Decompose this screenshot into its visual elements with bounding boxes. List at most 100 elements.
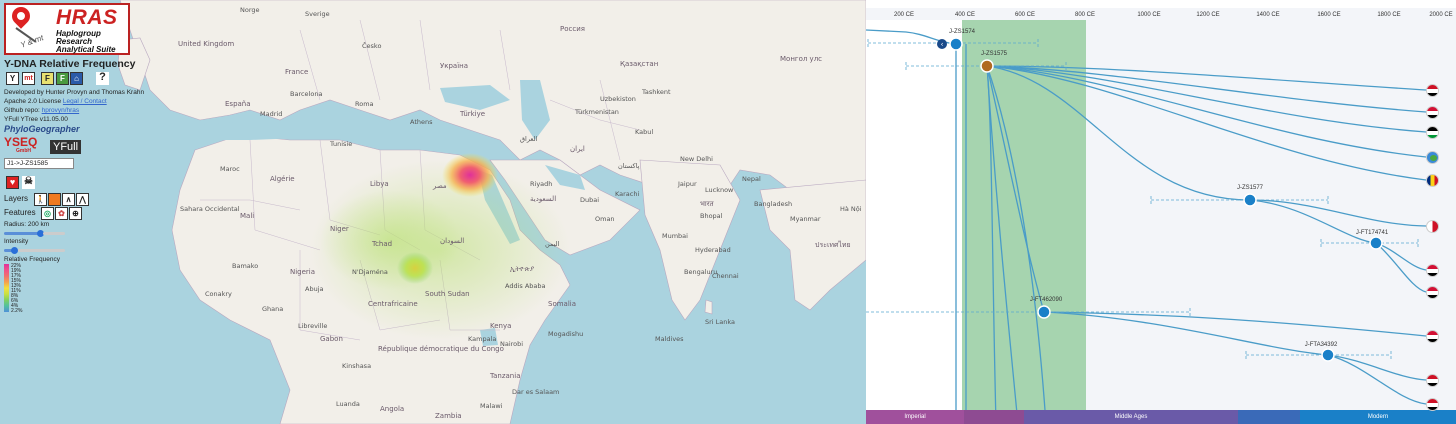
- svg-text:‹: ‹: [941, 41, 944, 49]
- radius-slider-track[interactable]: [43, 232, 65, 235]
- map-label: N'Djaména: [352, 268, 388, 276]
- license-text: Apache 2.0 License: [4, 98, 62, 105]
- flag-half-red-icon[interactable]: [1426, 220, 1439, 233]
- feature-globe-icon[interactable]: ◎: [41, 207, 54, 220]
- layer-orange-icon[interactable]: [48, 193, 61, 206]
- map-label: Angola: [380, 405, 405, 413]
- radius-slider[interactable]: [4, 232, 40, 235]
- flag-egypt-icon[interactable]: [1426, 84, 1439, 97]
- map-label: Chennai: [712, 272, 739, 280]
- legal-contact-link[interactable]: Legal / Contact: [63, 98, 107, 105]
- map-label: Sverige: [305, 10, 330, 18]
- map-label: ኢትዮጵያ: [510, 265, 535, 273]
- map-label: Uzbekiston: [600, 95, 636, 103]
- feature-dna-icon[interactable]: ✿: [55, 207, 68, 220]
- flag-sudan-icon[interactable]: [1426, 106, 1439, 119]
- map-label: مصر: [433, 182, 447, 190]
- node-label[interactable]: J-ZS1577: [1237, 185, 1263, 191]
- node-label[interactable]: J-FT174741: [1356, 230, 1388, 236]
- map-label: العراق: [520, 135, 538, 143]
- map-label: Sahara Occidental: [180, 205, 240, 213]
- map-label: پاکستان: [618, 162, 640, 170]
- map-label: United Kingdom: [178, 40, 235, 48]
- y-dna-button[interactable]: Y: [6, 72, 19, 85]
- phylogeographer-logo[interactable]: PhyloGeographer: [4, 124, 80, 134]
- sri-lanka: [704, 299, 713, 315]
- f-button-2[interactable]: F: [56, 72, 69, 85]
- map-label: Türkiye: [460, 110, 486, 118]
- skull-icon[interactable]: ☠: [22, 176, 35, 189]
- map-label: Mogadishu: [548, 330, 584, 338]
- map-label: Bamako: [232, 262, 259, 270]
- logo-sub3: Analytical Suite: [56, 45, 116, 54]
- map-label: Kinshasa: [342, 362, 372, 370]
- map-label: Libya: [370, 180, 389, 188]
- flag-sudan-4-icon[interactable]: [1426, 330, 1439, 343]
- node-zs1577-icon: [1243, 193, 1257, 207]
- hras-logo[interactable]: Y & mt HRAS Haplogroup Research Analytic…: [4, 3, 130, 55]
- node-label[interactable]: J-FTA34392: [1305, 342, 1338, 348]
- map-label: Barcelona: [290, 90, 323, 98]
- flag-world-icon[interactable]: [1426, 151, 1439, 164]
- heart-icon[interactable]: ♥: [6, 176, 19, 189]
- map-label: Kampala: [468, 335, 497, 343]
- node-label[interactable]: J-ZS1575: [981, 51, 1007, 57]
- axis-tick: 1200 CE: [1196, 12, 1220, 18]
- layer-chart-icon[interactable]: ∧: [62, 193, 75, 206]
- map-label: Kenya: [490, 322, 512, 330]
- pre-band-area: [866, 20, 962, 410]
- github-link[interactable]: hprovyn/hras: [42, 107, 80, 114]
- map-label: Tashkent: [642, 88, 671, 96]
- map-label: Oman: [595, 215, 615, 223]
- flag-egypt-2-icon[interactable]: [1426, 374, 1439, 387]
- map-label: Монгол улс: [780, 55, 823, 63]
- map-label: Россия: [560, 25, 585, 33]
- era-middle-ages: Middle Ages: [1114, 414, 1148, 420]
- map-label: Riyadh: [530, 180, 553, 188]
- axis-tick: 1800 CE: [1377, 12, 1401, 18]
- map-label: Ghana: [262, 305, 284, 313]
- era-modern: Modern: [1367, 414, 1389, 420]
- relative-frequency-label: Relative Frequency: [4, 256, 60, 263]
- map-label: Nepal: [742, 175, 761, 183]
- map-label: Niger: [330, 225, 349, 233]
- map-label: Libreville: [298, 322, 328, 330]
- help-button[interactable]: ?: [96, 72, 109, 85]
- logo-ymt: Y & mt: [19, 33, 45, 50]
- f-button-1[interactable]: F: [41, 72, 54, 85]
- tree-button[interactable]: ⌂: [70, 72, 83, 85]
- walker-icon[interactable]: 🚶: [34, 193, 47, 206]
- map-label: Madrid: [260, 110, 283, 118]
- flag-sudan-3-icon[interactable]: [1426, 286, 1439, 299]
- feature-zoom-icon[interactable]: ⊕: [69, 207, 82, 220]
- flag-romania-icon[interactable]: [1426, 174, 1439, 187]
- map-label: Česko: [362, 42, 382, 50]
- flag-palestine-icon[interactable]: [1426, 126, 1439, 139]
- map-label: Mumbai: [662, 232, 688, 240]
- intensity-slider-track[interactable]: [18, 249, 65, 252]
- layer-mountain-icon[interactable]: ⋀: [76, 193, 89, 206]
- node-label[interactable]: J-FT462090: [1030, 297, 1062, 303]
- yfull-logo[interactable]: YFull: [50, 140, 82, 154]
- github-line: Github repo: hprovyn/hras: [4, 107, 79, 114]
- yseq-logo[interactable]: YSEQ: [4, 135, 37, 149]
- location-pin-icon: [8, 3, 34, 29]
- map-label: New Delhi: [680, 155, 713, 163]
- license-line: Apache 2.0 License Legal / Contact: [4, 98, 107, 105]
- haplogroup-timeline[interactable]: ‹ 200 CE 400 CE 600 CE 800 CE 1000 CE 12…: [866, 0, 1456, 424]
- haplogroup-search-input[interactable]: J1->J-ZS1585: [4, 158, 74, 169]
- map-label: Norge: [240, 6, 260, 14]
- map-label: Luanda: [336, 400, 360, 408]
- logo-title: HRAS: [56, 6, 118, 29]
- map-label: Jaipur: [678, 180, 697, 188]
- map-label: Lucknow: [705, 186, 734, 194]
- map-label: Roma: [355, 100, 374, 108]
- axis-tick: 800 CE: [1074, 12, 1096, 18]
- intensity-slider-knob[interactable]: [11, 247, 18, 254]
- map-label: Somalia: [548, 300, 577, 308]
- mtdna-button[interactable]: mt: [22, 72, 35, 85]
- flag-sudan-2-icon[interactable]: [1426, 264, 1439, 277]
- frequency-legend-bar: [4, 264, 9, 312]
- node-label[interactable]: J-ZS1574: [949, 29, 975, 35]
- node-zs1574-icon: [949, 37, 963, 51]
